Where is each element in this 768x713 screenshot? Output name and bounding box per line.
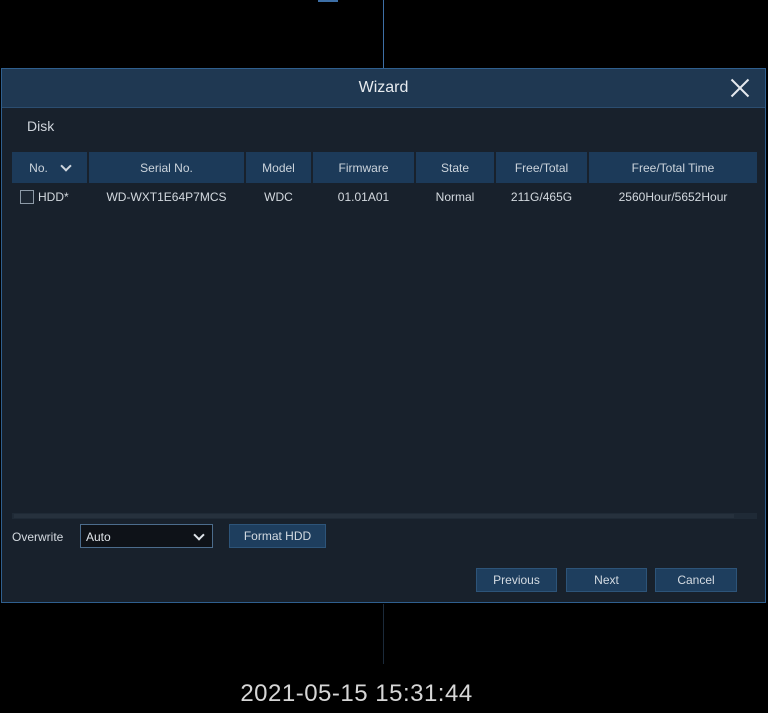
- dialog-titlebar: Wizard: [2, 69, 765, 108]
- format-hdd-button[interactable]: Format HDD: [229, 524, 326, 548]
- overwrite-label: Overwrite: [12, 530, 64, 544]
- next-button[interactable]: Next: [566, 568, 647, 592]
- table-header: No. Serial No. Model Firmware State Free…: [12, 152, 757, 183]
- disk-table: No. Serial No. Model Firmware State Free…: [12, 152, 757, 517]
- close-icon[interactable]: [729, 77, 751, 99]
- video-grid-line-top: [383, 0, 384, 68]
- cell-free-total: 211G/465G: [510, 190, 573, 204]
- cancel-button[interactable]: Cancel: [655, 568, 737, 592]
- table-scrollbar[interactable]: [12, 513, 757, 519]
- column-header-firmware: Firmware: [313, 152, 414, 183]
- cell-free-total-time: 2560Hour/5652Hour: [618, 190, 728, 204]
- column-header-state: State: [416, 152, 494, 183]
- cell-state: Normal: [435, 190, 475, 204]
- timestamp: 2021-05-15 15:31:44: [240, 680, 473, 707]
- cell-no: HDD*: [20, 185, 87, 209]
- cell-model: WDC: [264, 190, 293, 204]
- table-row[interactable]: HDD* WD-WXT1E64P7MCS WDC 01.01A01 Normal…: [12, 185, 757, 209]
- previous-button[interactable]: Previous: [476, 568, 557, 592]
- wizard-dialog: Wizard Disk No. Serial No. Model Firmwar…: [1, 68, 766, 603]
- scrollbar-thumb[interactable]: [14, 514, 734, 518]
- cell-firmware: 01.01A01: [337, 190, 390, 204]
- column-header-free-total: Free/Total: [496, 152, 587, 183]
- chevron-down-icon: [60, 159, 72, 172]
- chevron-down-icon: [193, 529, 205, 541]
- overwrite-value: Auto: [86, 530, 111, 544]
- column-header-no[interactable]: No.: [12, 152, 87, 183]
- section-label: Disk: [27, 118, 55, 134]
- row-checkbox[interactable]: [20, 190, 34, 204]
- dialog-title: Wizard: [358, 79, 409, 96]
- overwrite-select[interactable]: Auto: [80, 524, 213, 548]
- cell-serial: WD-WXT1E64P7MCS: [106, 190, 227, 204]
- column-header-serial: Serial No.: [89, 152, 244, 183]
- column-header-model: Model: [246, 152, 311, 183]
- video-grid-mark: [318, 0, 338, 2]
- column-header-free-total-time: Free/Total Time: [589, 152, 757, 183]
- video-grid-line-bottom: [383, 604, 384, 664]
